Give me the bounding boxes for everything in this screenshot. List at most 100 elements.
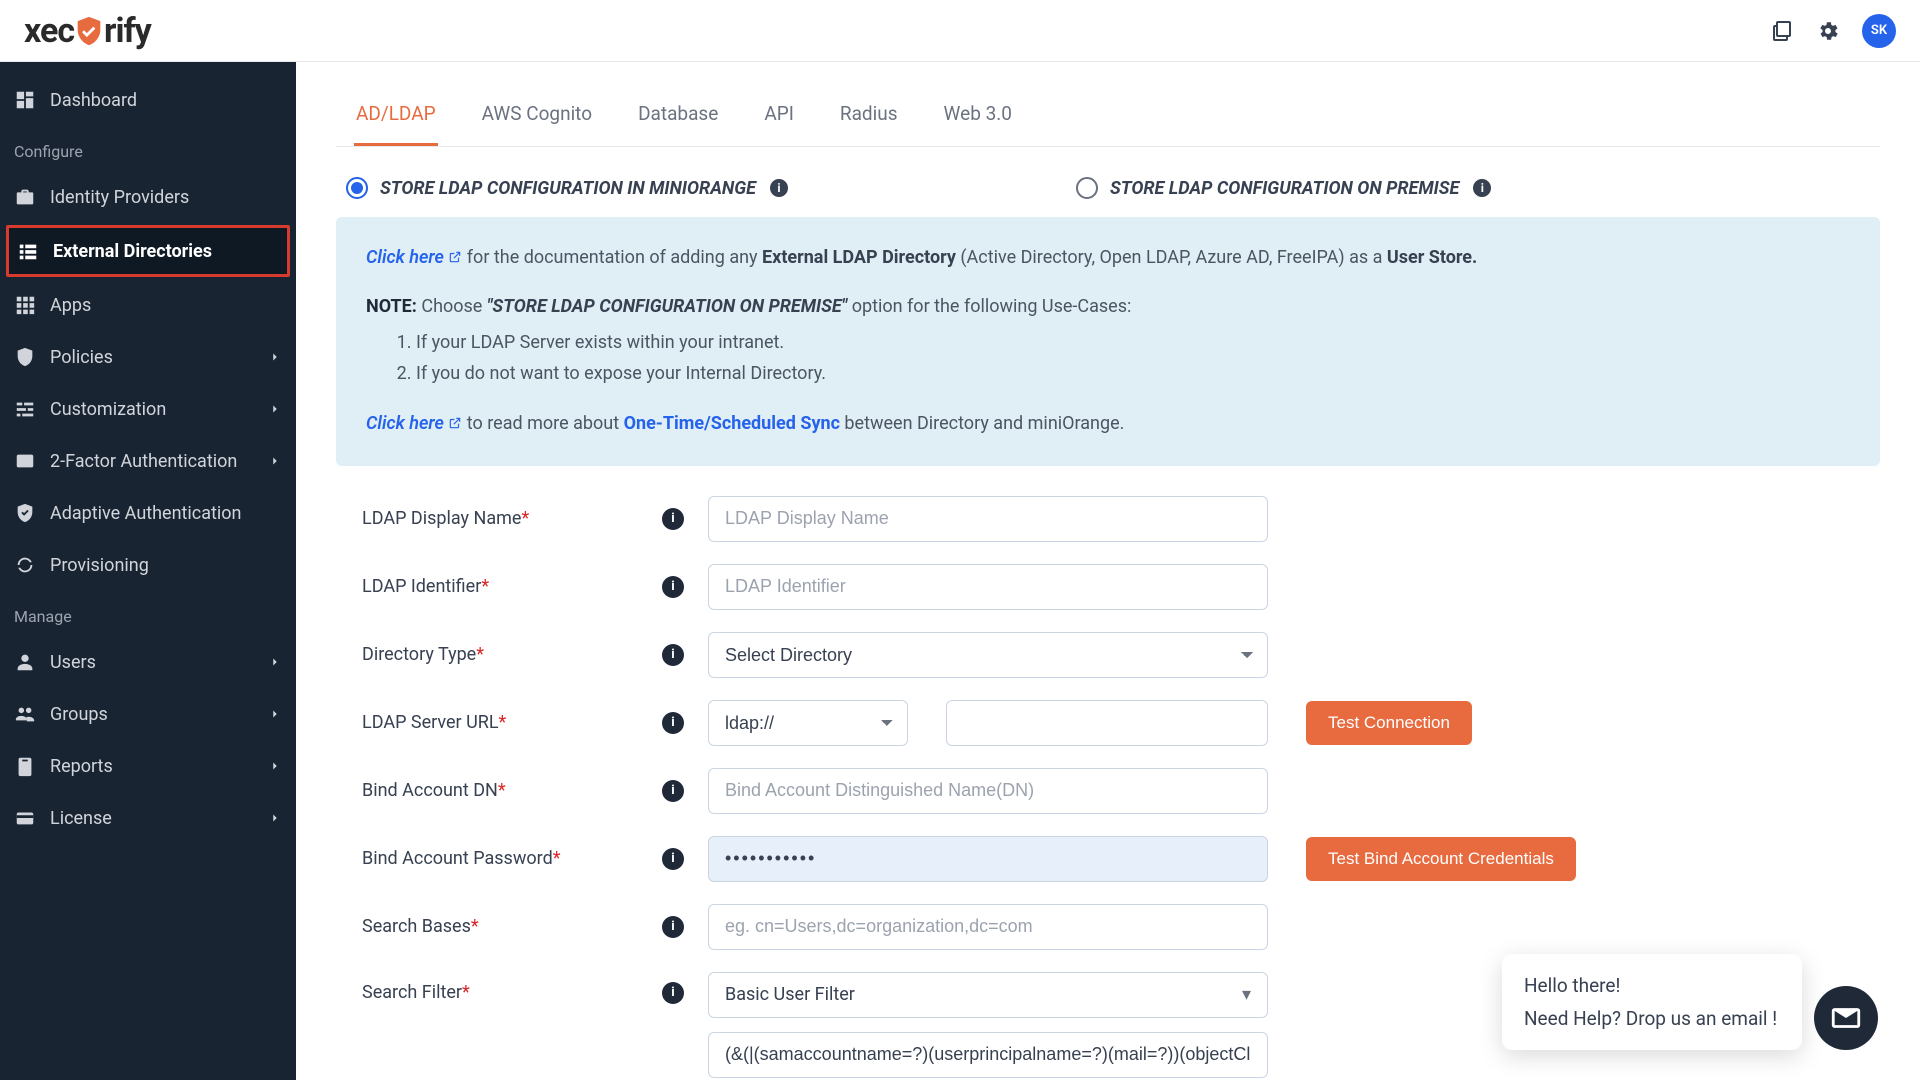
sidebar-item-label: Groups bbox=[50, 704, 108, 725]
directory-type-select[interactable]: Select Directory bbox=[708, 632, 1268, 678]
sidebar: Dashboard Configure Identity Providers E… bbox=[0, 62, 296, 1080]
tab-database[interactable]: Database bbox=[636, 88, 720, 146]
main-content: AD/LDAP AWS Cognito Database API Radius … bbox=[296, 62, 1920, 1080]
use-case-1: If your LDAP Server exists within your i… bbox=[416, 328, 1850, 359]
info-notice: Click here for the documentation of addi… bbox=[336, 217, 1880, 466]
ldap-server-url-input[interactable] bbox=[946, 700, 1268, 746]
test-connection-button[interactable]: Test Connection bbox=[1306, 701, 1472, 745]
bind-account-dn-input[interactable] bbox=[708, 768, 1268, 814]
bind-account-password-input[interactable] bbox=[708, 836, 1268, 882]
radio-icon bbox=[346, 177, 368, 199]
tab-aws-cognito[interactable]: AWS Cognito bbox=[480, 88, 594, 146]
search-bases-input[interactable] bbox=[708, 904, 1268, 950]
doc-link[interactable]: Click here bbox=[366, 247, 462, 268]
sidebar-item-users[interactable]: Users bbox=[0, 636, 296, 688]
gear-icon[interactable] bbox=[1816, 19, 1840, 43]
user-icon bbox=[14, 651, 36, 673]
search-filter-input[interactable] bbox=[708, 1032, 1268, 1078]
sidebar-item-dashboard[interactable]: Dashboard bbox=[0, 74, 296, 126]
chevron-right-icon bbox=[268, 655, 282, 669]
help-icon[interactable]: i bbox=[662, 848, 684, 870]
brand-logo[interactable]: xecrify bbox=[24, 11, 151, 51]
chat-popup: Hello there! Need Help? Drop us an email… bbox=[1502, 954, 1802, 1050]
radio-label: STORE LDAP CONFIGURATION IN MINIORANGE bbox=[380, 178, 756, 199]
sidebar-item-label: Adaptive Authentication bbox=[50, 503, 241, 524]
label-search-bases: Search Bases* bbox=[362, 916, 662, 937]
chevron-right-icon bbox=[268, 707, 282, 721]
help-icon[interactable]: i bbox=[662, 576, 684, 598]
sidebar-item-2fa[interactable]: 2-Factor Authentication bbox=[0, 435, 296, 487]
help-icon[interactable]: i bbox=[662, 644, 684, 666]
help-icon[interactable]: i bbox=[662, 982, 684, 1004]
sidebar-item-apps[interactable]: Apps bbox=[0, 279, 296, 331]
chat-help-text: Need Help? Drop us an email ! bbox=[1524, 1007, 1780, 1030]
radio-icon bbox=[1076, 177, 1098, 199]
sidebar-item-label: License bbox=[50, 808, 112, 829]
tab-api[interactable]: API bbox=[762, 88, 796, 146]
help-icon[interactable]: i bbox=[662, 916, 684, 938]
sidebar-item-groups[interactable]: Groups bbox=[0, 688, 296, 740]
ldap-display-name-input[interactable] bbox=[708, 496, 1268, 542]
chevron-right-icon bbox=[268, 350, 282, 364]
sliders-icon bbox=[14, 398, 36, 420]
info-icon[interactable]: i bbox=[770, 179, 788, 197]
help-icon[interactable]: i bbox=[662, 712, 684, 734]
tab-radius[interactable]: Radius bbox=[838, 88, 900, 146]
sidebar-item-label: Dashboard bbox=[50, 90, 137, 111]
test-bind-credentials-button[interactable]: Test Bind Account Credentials bbox=[1306, 837, 1576, 881]
help-icon[interactable]: i bbox=[662, 508, 684, 530]
ldap-scheme-select[interactable]: ldap:// bbox=[708, 700, 908, 746]
tab-adldap[interactable]: AD/LDAP bbox=[354, 88, 438, 146]
tab-web3[interactable]: Web 3.0 bbox=[942, 88, 1014, 146]
tabs: AD/LDAP AWS Cognito Database API Radius … bbox=[336, 88, 1880, 147]
sidebar-item-label: Policies bbox=[50, 347, 113, 368]
sidebar-item-policies[interactable]: Policies bbox=[0, 331, 296, 383]
pin-icon bbox=[14, 450, 36, 472]
ldap-identifier-input[interactable] bbox=[708, 564, 1268, 610]
chevron-right-icon bbox=[268, 811, 282, 825]
docs-icon[interactable] bbox=[1770, 19, 1794, 43]
chevron-right-icon bbox=[268, 454, 282, 468]
chevron-right-icon bbox=[268, 759, 282, 773]
sidebar-item-reports[interactable]: Reports bbox=[0, 740, 296, 792]
shield-check-icon bbox=[72, 14, 106, 48]
dashboard-icon bbox=[14, 89, 36, 111]
radio-label: STORE LDAP CONFIGURATION ON PREMISE bbox=[1110, 178, 1459, 199]
label-server-url: LDAP Server URL* bbox=[362, 712, 662, 733]
sidebar-item-identity-providers[interactable]: Identity Providers bbox=[0, 171, 296, 223]
sidebar-item-label: Provisioning bbox=[50, 555, 149, 576]
chevron-right-icon bbox=[268, 402, 282, 416]
shield-icon bbox=[14, 346, 36, 368]
sidebar-item-label: Identity Providers bbox=[50, 187, 189, 208]
label-display-name: LDAP Display Name* bbox=[362, 508, 662, 529]
sidebar-item-provisioning[interactable]: Provisioning bbox=[0, 539, 296, 591]
briefcase-icon bbox=[14, 186, 36, 208]
radio-store-miniorange[interactable]: STORE LDAP CONFIGURATION IN MINIORANGE i bbox=[346, 177, 1076, 199]
chat-launcher[interactable] bbox=[1814, 986, 1878, 1050]
sidebar-item-label: Users bbox=[50, 652, 96, 673]
label-bind-dn: Bind Account DN* bbox=[362, 780, 662, 801]
label-directory-type: Directory Type* bbox=[362, 644, 662, 665]
mail-icon bbox=[1829, 1001, 1863, 1035]
avatar[interactable]: SK bbox=[1862, 14, 1896, 48]
refresh-icon bbox=[14, 554, 36, 576]
info-icon[interactable]: i bbox=[1473, 179, 1491, 197]
sidebar-item-label: External Directories bbox=[53, 241, 212, 262]
sidebar-section-configure: Configure bbox=[0, 126, 296, 171]
search-filter-select[interactable]: Basic User Filter▾ bbox=[708, 972, 1268, 1018]
chat-greeting: Hello there! bbox=[1524, 974, 1780, 997]
use-case-2: If you do not want to expose your Intern… bbox=[416, 359, 1850, 390]
external-link-icon bbox=[448, 416, 462, 430]
radio-store-on-premise[interactable]: STORE LDAP CONFIGURATION ON PREMISE i bbox=[1076, 177, 1806, 199]
sidebar-item-external-directories[interactable]: External Directories bbox=[6, 225, 290, 277]
sidebar-item-license[interactable]: License bbox=[0, 792, 296, 844]
sidebar-item-label: Customization bbox=[50, 399, 166, 420]
users-icon bbox=[14, 703, 36, 725]
sidebar-item-label: Reports bbox=[50, 756, 113, 777]
help-icon[interactable]: i bbox=[662, 780, 684, 802]
sidebar-item-adaptive-auth[interactable]: Adaptive Authentication bbox=[0, 487, 296, 539]
sync-link[interactable]: Click here bbox=[366, 413, 462, 434]
sidebar-item-customization[interactable]: Customization bbox=[0, 383, 296, 435]
label-bind-password: Bind Account Password* bbox=[362, 848, 662, 869]
label-search-filter: Search Filter* bbox=[362, 972, 662, 1003]
